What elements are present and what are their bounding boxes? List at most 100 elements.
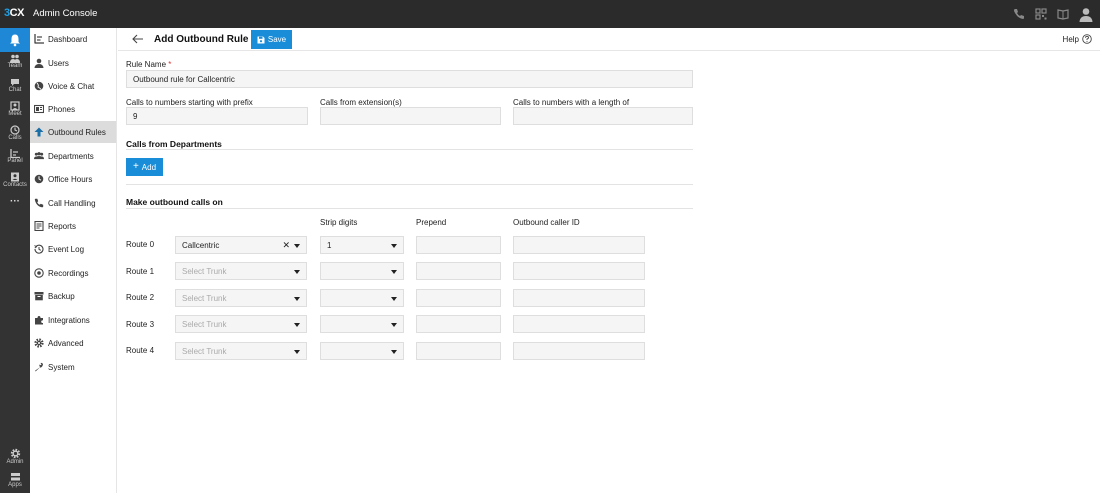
number-length-input[interactable] bbox=[513, 107, 693, 125]
rail-item-panel[interactable]: Panel bbox=[0, 149, 30, 164]
number-length-label: Calls to numbers with a length of bbox=[513, 98, 630, 107]
caller-id-input[interactable] bbox=[513, 262, 645, 280]
required-marker: * bbox=[168, 60, 172, 69]
prepend-header: Prepend bbox=[416, 218, 447, 227]
route-label: Route 2 bbox=[126, 293, 155, 302]
avatar-icon[interactable] bbox=[1078, 6, 1094, 22]
chevron-down-icon bbox=[294, 323, 300, 327]
gear-icon bbox=[10, 448, 20, 459]
route-label: Route 0 bbox=[126, 240, 155, 249]
nav-item-advanced[interactable]: Advanced bbox=[30, 332, 116, 354]
nav-item-call-handling[interactable]: Call Handling bbox=[30, 192, 116, 214]
nav-item-reports[interactable]: Reports bbox=[30, 215, 116, 237]
add-department-button[interactable]: + Add bbox=[126, 158, 163, 176]
outbound-heading: Make outbound calls on bbox=[126, 197, 223, 207]
main-content: Add Outbound Rule Save Help Rule Name * … bbox=[118, 28, 1100, 493]
rule-name-label: Rule Name * bbox=[126, 60, 172, 69]
trunk-select[interactable]: Select Trunk bbox=[175, 315, 307, 333]
user-icon bbox=[34, 58, 44, 68]
rail-item-more[interactable]: ··· bbox=[0, 196, 30, 207]
trunk-select[interactable]: Select Trunk bbox=[175, 289, 307, 307]
contacts-icon bbox=[11, 172, 19, 182]
book-icon[interactable] bbox=[1056, 7, 1070, 21]
caller-id-input[interactable] bbox=[513, 342, 645, 360]
strip-digits-select[interactable] bbox=[320, 342, 404, 360]
chevron-down-icon bbox=[294, 350, 300, 354]
trunk-select[interactable]: Select Trunk bbox=[175, 262, 307, 280]
qr-code-icon[interactable] bbox=[1034, 7, 1048, 21]
chevron-down-icon bbox=[391, 323, 397, 327]
app-title: Admin Console bbox=[33, 8, 98, 19]
rule-name-input[interactable]: Outbound rule for Callcentric bbox=[126, 70, 693, 88]
caller-id-input[interactable] bbox=[513, 236, 645, 254]
nav-item-voice-chat[interactable]: Voice & Chat bbox=[30, 75, 116, 97]
prepend-input[interactable] bbox=[416, 342, 501, 360]
panel-icon bbox=[10, 149, 20, 158]
archive-icon bbox=[34, 291, 44, 301]
nav-item-recordings[interactable]: Recordings bbox=[30, 262, 116, 284]
from-extensions-label: Calls from extension(s) bbox=[320, 98, 402, 107]
rail-item-chat[interactable]: Chat bbox=[0, 78, 30, 93]
nav-item-system[interactable]: System bbox=[30, 356, 116, 378]
meet-icon bbox=[10, 101, 20, 111]
rail-item-calls[interactable]: Calls bbox=[0, 125, 30, 141]
strip-digits-select[interactable]: 1 bbox=[320, 236, 404, 254]
calls-icon bbox=[10, 125, 20, 135]
back-arrow-icon[interactable] bbox=[132, 34, 144, 44]
nav-item-integrations[interactable]: Integrations bbox=[30, 309, 116, 331]
chevron-down-icon bbox=[294, 270, 300, 274]
help-link[interactable]: Help bbox=[1063, 34, 1092, 44]
top-bar: 3CX Admin Console bbox=[0, 0, 1100, 28]
nav-item-phones[interactable]: Phones bbox=[30, 98, 116, 120]
from-extensions-input[interactable] bbox=[320, 107, 501, 125]
nav-item-backup[interactable]: Backup bbox=[30, 285, 116, 307]
plus-icon: + bbox=[132, 161, 139, 172]
route-label: Route 1 bbox=[126, 267, 155, 276]
rail-item-team[interactable]: Team bbox=[0, 54, 30, 69]
strip-digits-select[interactable] bbox=[320, 262, 404, 280]
divider bbox=[126, 149, 693, 150]
divider bbox=[126, 184, 693, 185]
help-circle-icon bbox=[1082, 34, 1092, 44]
chevron-down-icon bbox=[294, 244, 300, 248]
brand-logo: 3CX bbox=[4, 7, 24, 19]
save-button[interactable]: Save bbox=[251, 30, 292, 49]
caller-id-input[interactable] bbox=[513, 315, 645, 333]
chevron-down-icon bbox=[294, 297, 300, 301]
chevron-down-icon bbox=[391, 270, 397, 274]
rail-item-contacts[interactable]: Contacts bbox=[0, 172, 30, 188]
chevron-down-icon bbox=[391, 297, 397, 301]
clear-icon[interactable]: ✕ bbox=[282, 240, 290, 251]
bell-icon bbox=[10, 34, 20, 47]
phone-device-icon bbox=[34, 104, 44, 114]
divider bbox=[126, 208, 693, 209]
rail-item-notifications[interactable] bbox=[0, 28, 30, 52]
rail-item-admin[interactable]: Admin bbox=[0, 448, 30, 465]
prefix-input[interactable]: 9 bbox=[126, 107, 308, 125]
trunk-select[interactable]: Select Trunk bbox=[175, 342, 307, 360]
rail-item-meet[interactable]: Meet bbox=[0, 101, 30, 117]
prepend-input[interactable] bbox=[416, 262, 501, 280]
nav-item-users[interactable]: Users bbox=[30, 52, 116, 74]
departments-icon bbox=[34, 151, 44, 161]
strip-digits-select[interactable] bbox=[320, 289, 404, 307]
prepend-input[interactable] bbox=[416, 289, 501, 307]
cog-icon bbox=[34, 338, 44, 348]
rail-item-apps[interactable]: Apps bbox=[0, 472, 30, 488]
nav-item-outbound-rules[interactable]: Outbound Rules bbox=[30, 121, 116, 143]
prepend-input[interactable] bbox=[416, 236, 501, 254]
more-icon: ··· bbox=[10, 196, 20, 207]
nav-item-event-log[interactable]: Event Log bbox=[30, 238, 116, 260]
strip-digits-select[interactable] bbox=[320, 315, 404, 333]
dashboard-icon bbox=[34, 34, 44, 44]
trunk-select[interactable]: Callcentric ✕ bbox=[175, 236, 307, 254]
nav-item-departments[interactable]: Departments bbox=[30, 145, 116, 167]
floppy-disk-icon bbox=[257, 36, 265, 43]
phone-icon[interactable] bbox=[1012, 7, 1026, 21]
prepend-input[interactable] bbox=[416, 315, 501, 333]
nav-item-dashboard[interactable]: Dashboard bbox=[30, 28, 116, 50]
nav-item-office-hours[interactable]: Office Hours bbox=[30, 168, 116, 190]
caller-id-input[interactable] bbox=[513, 289, 645, 307]
apps-icon bbox=[10, 473, 20, 481]
upload-arrow-icon bbox=[34, 127, 44, 137]
